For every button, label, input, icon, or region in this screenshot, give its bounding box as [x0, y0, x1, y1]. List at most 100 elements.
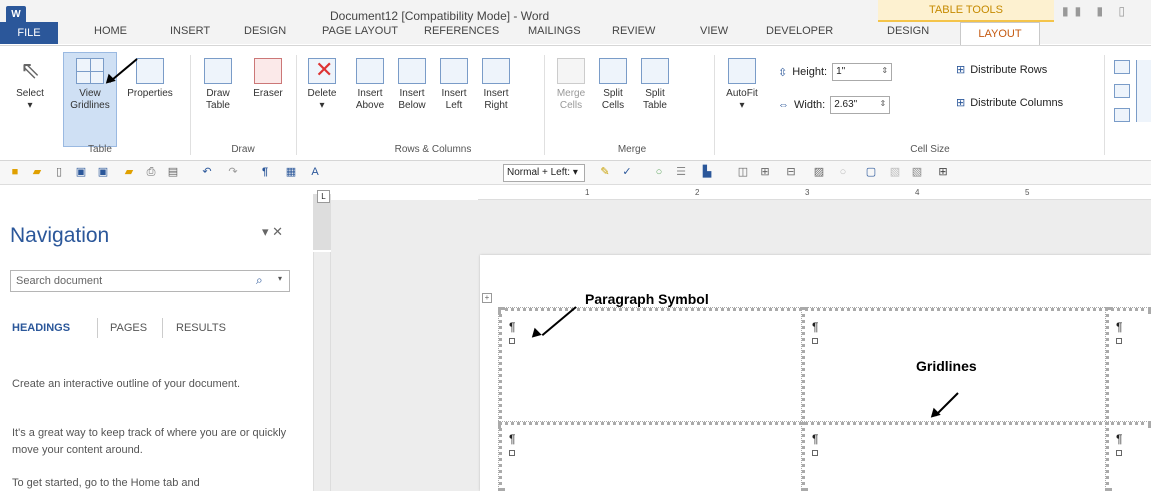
row-height-icon: ⇳ — [778, 66, 788, 79]
undo-icon[interactable]: ↶ — [200, 166, 214, 179]
draw-table-button[interactable]: Draw Table — [196, 58, 240, 112]
insert-above-button[interactable]: Insert Above — [350, 58, 390, 112]
merge-cells-button[interactable]: Merge Cells — [552, 58, 590, 112]
tab-results[interactable]: RESULTS — [176, 322, 226, 334]
distribute-rows-button[interactable]: ⊞ Distribute Rows — [956, 63, 1047, 77]
align-middle-icon[interactable] — [1114, 84, 1130, 98]
print-preview-icon[interactable]: ⎙ — [144, 166, 158, 179]
table-gridline-top — [498, 307, 1151, 311]
window-controls[interactable]: ▮▮ ▮ ▯ — [1062, 0, 1151, 22]
tab-page-layout[interactable]: PAGE LAYOUT — [322, 25, 398, 37]
group-label-merge: Merge — [617, 144, 647, 155]
split-table-icon — [641, 58, 669, 84]
pilcrow-toggle-icon[interactable]: ¶ — [258, 166, 272, 179]
tab-divider — [162, 318, 163, 338]
group-label-draw: Draw — [231, 144, 255, 155]
chevron-down-icon[interactable]: ▾ — [278, 274, 282, 283]
cursor-arrow-icon: ⇖ — [19, 57, 41, 84]
tab-review[interactable]: REVIEW — [612, 25, 655, 37]
navigation-close-controls[interactable]: ▾ ✕ — [262, 224, 283, 240]
alignment-icons-more[interactable] — [1136, 60, 1151, 122]
eraser-button[interactable]: Eraser — [246, 58, 290, 100]
tab-insert[interactable]: INSERT — [170, 25, 210, 37]
tab-design[interactable]: DESIGN — [244, 25, 286, 37]
insert-right-icon — [482, 58, 510, 84]
textbox-icon[interactable]: ◫ — [736, 166, 750, 179]
delete-table-icon: ✕ — [308, 57, 336, 84]
align-bottom-icon[interactable] — [1114, 108, 1130, 122]
save-icon[interactable]: ▣ — [74, 166, 88, 179]
search-input[interactable]: Search document — [10, 270, 290, 292]
ruler-number: 1 — [585, 188, 590, 197]
horizontal-ruler[interactable]: 1 2 3 4 5 — [478, 186, 1151, 200]
comment-icon[interactable]: ▢ — [864, 166, 878, 179]
table-gridline-middle — [498, 421, 1151, 425]
tab-developer[interactable]: DEVELOPER — [766, 25, 833, 37]
column-width-icon: ⇔ — [778, 99, 789, 111]
split-table-button[interactable]: Split Table — [636, 58, 674, 112]
table-insert-icon[interactable]: ⊞ — [758, 166, 772, 179]
ruler-number: 4 — [915, 188, 920, 197]
search-icon[interactable]: ⌕ — [256, 273, 263, 288]
paragraph-mark: ¶ — [812, 432, 819, 446]
insert-right-button[interactable]: Insert Right — [476, 58, 516, 112]
table-gridline-col3 — [1105, 307, 1109, 491]
width-input[interactable]: 2.63" ⇕ — [830, 96, 891, 114]
spinner-icon[interactable]: ⇕ — [879, 98, 886, 110]
group-label-cell-size: Cell Size — [910, 144, 950, 155]
folder-open-icon[interactable]: ▰ — [122, 166, 136, 179]
table-tools-label: TABLE TOOLS — [929, 4, 1003, 16]
tab-stop-selector[interactable]: L — [317, 190, 330, 203]
tab-file[interactable]: FILE — [0, 22, 58, 44]
format-painter-icon[interactable]: ✎ — [598, 166, 612, 179]
insert-chart-icon[interactable]: ▙ — [700, 166, 714, 179]
tab-mailings[interactable]: MAILINGS — [528, 25, 581, 37]
insert-left-button[interactable]: Insert Left — [434, 58, 474, 112]
spinner-icon[interactable]: ⇕ — [881, 65, 888, 77]
height-input[interactable]: 1" ⇕ — [832, 63, 893, 81]
paragraph-mark: ¶ — [1116, 320, 1123, 334]
paste-icon[interactable]: ▤ — [166, 166, 180, 179]
autofit-button[interactable]: AutoFit ▾ — [720, 58, 764, 112]
list-icon[interactable]: ☰ — [674, 166, 688, 179]
compare-icon[interactable]: ▧ — [910, 166, 924, 179]
distribute-columns-button[interactable]: ⊞ Distribute Columns — [956, 96, 1063, 110]
picture-icon[interactable]: ▨ — [812, 166, 826, 179]
tab-home[interactable]: HOME — [94, 25, 127, 37]
border-icon[interactable]: ⊟ — [784, 166, 798, 179]
track-changes-icon[interactable]: ▧ — [888, 166, 902, 179]
end-of-cell-mark — [1116, 450, 1122, 456]
circle-icon[interactable]: ○ — [836, 166, 850, 179]
insert-above-icon — [356, 58, 384, 84]
tab-headings[interactable]: HEADINGS — [12, 322, 70, 334]
shape-icon[interactable]: ○ — [652, 166, 666, 179]
insert-below-button[interactable]: Insert Below — [392, 58, 432, 112]
spelling-icon[interactable]: ✓ — [620, 166, 634, 179]
paragraph-mark: ¶ — [812, 320, 819, 334]
split-cells-button[interactable]: Split Cells — [594, 58, 632, 112]
tab-view[interactable]: VIEW — [700, 25, 728, 37]
table-move-handle-icon[interactable]: + — [482, 293, 492, 303]
folder-icon[interactable]: ■ — [8, 166, 22, 179]
align-top-icon[interactable] — [1114, 60, 1130, 74]
tab-table-design[interactable]: DESIGN — [887, 25, 929, 37]
tab-references[interactable]: REFERENCES — [424, 25, 499, 37]
height-control: ⇳ Height: 1" ⇕ — [778, 63, 893, 81]
open-icon[interactable]: ▰ — [30, 166, 44, 179]
vertical-ruler[interactable] — [313, 252, 331, 491]
group-divider — [544, 55, 545, 155]
new-document-icon[interactable]: ▯ — [52, 166, 66, 179]
height-label: Height: — [792, 66, 828, 78]
tab-pages[interactable]: PAGES — [110, 322, 147, 334]
merge-cells-icon — [557, 58, 585, 84]
style-select[interactable]: Normal + Left: ▾ — [503, 164, 585, 182]
select-button[interactable]: ⇖ Select ▾ — [4, 58, 56, 112]
table-grid-icon[interactable]: ⊞ — [936, 166, 950, 179]
redo-icon[interactable]: ↷ — [226, 166, 240, 179]
delete-button[interactable]: ✕ Delete ▾ — [300, 57, 344, 112]
gridlines-toggle-icon[interactable]: ▦ — [284, 166, 298, 179]
tab-table-layout[interactable]: LAYOUT — [960, 22, 1040, 46]
group-divider — [190, 55, 191, 155]
style-icon[interactable]: A — [308, 166, 322, 179]
save-as-icon[interactable]: ▣ — [96, 166, 110, 179]
